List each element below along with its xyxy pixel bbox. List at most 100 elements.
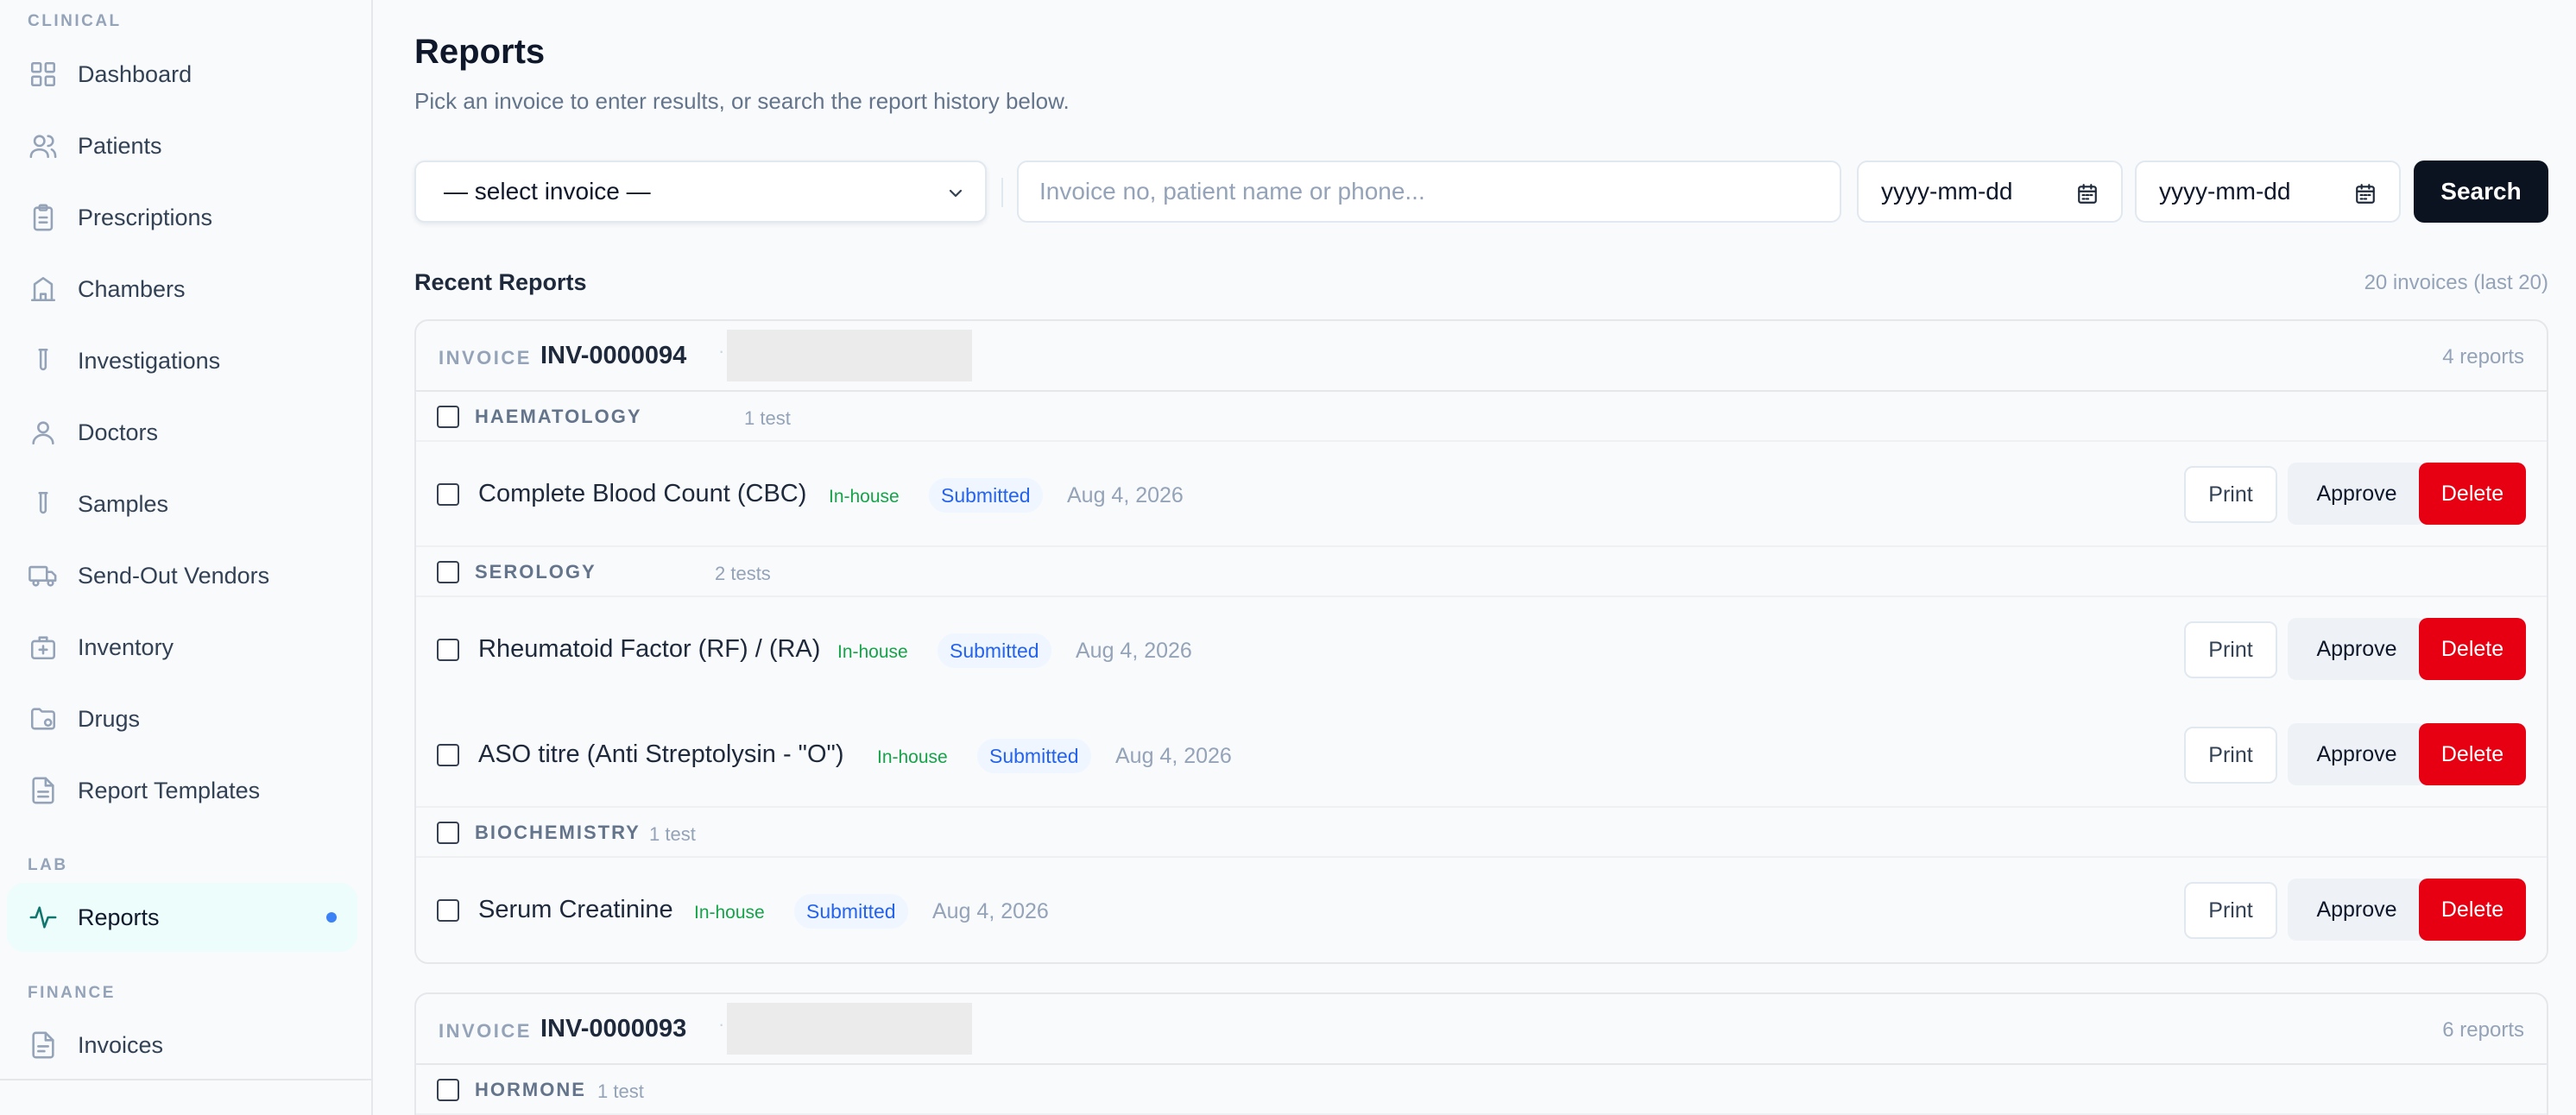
sidebar-item-inventory[interactable]: Inventory [7, 613, 357, 682]
sidebar-item-report-templates[interactable]: Report Templates [7, 756, 357, 825]
sidebar-item-label: Samples [78, 490, 169, 517]
date-to-value: yyyy-mm-dd [2159, 178, 2291, 205]
sidebar-item-label: Drugs [78, 705, 141, 732]
sidebar-item-invoices[interactable]: Invoices [7, 1011, 357, 1080]
test-name: Rheumatoid Factor (RF) / (RA) [478, 635, 821, 663]
status-badge: Submitted [929, 478, 1043, 513]
group-name: SEROLOGY [475, 561, 597, 583]
test-row: Rheumatoid Factor (RF) / (RA) In-house S… [416, 597, 2547, 702]
sidebar-item-samples[interactable]: Samples [7, 469, 357, 539]
approve-button[interactable]: Approve [2288, 723, 2426, 785]
source-badge: In-house [837, 642, 908, 662]
sidebar-item-label: Reports [78, 904, 160, 930]
invoice-card: INVOICE INV-0000093 · 6 reports HORMONE … [414, 992, 2548, 1115]
source-badge: In-house [694, 903, 765, 923]
group-checkbox[interactable] [437, 822, 459, 844]
print-button[interactable]: Print [2184, 882, 2277, 939]
status-badge: Submitted [977, 739, 1091, 773]
invoice-select[interactable]: — select invoice — [414, 161, 987, 223]
file-text-icon [28, 775, 59, 806]
group-name: BIOCHEMISTRY [475, 822, 641, 843]
sidebar-divider [0, 1079, 373, 1080]
users-icon [28, 130, 59, 161]
group-checkbox[interactable] [437, 1079, 459, 1101]
sidebar-item-investigations[interactable]: Investigations [7, 326, 357, 395]
sidebar-item-dashboard[interactable]: Dashboard [7, 40, 357, 109]
section-label-clinical: CLINICAL [28, 12, 122, 30]
sidebar-item-label: Doctors [78, 419, 159, 445]
sidebar-item-patients[interactable]: Patients [7, 111, 357, 180]
calendar-icon[interactable] [2076, 183, 2099, 205]
date-from-value: yyyy-mm-dd [1881, 178, 2013, 205]
date-from-input[interactable]: yyyy-mm-dd [1857, 161, 2123, 223]
test-name: ASO titre (Anti Streptolysin - "O") [478, 740, 844, 768]
group-checkbox[interactable] [437, 561, 459, 583]
sidebar-item-send-out-vendors[interactable]: Send-Out Vendors [7, 541, 357, 610]
building-icon [28, 274, 59, 305]
chevron-down-icon [949, 189, 963, 198]
sidebar-item-label: Chambers [78, 275, 186, 302]
invoice-number[interactable]: INV-0000094 [540, 342, 686, 370]
group-test-count: 1 test [744, 407, 791, 429]
group-row-biochemistry: BIOCHEMISTRY 1 test [416, 808, 2547, 858]
invoice-select-value: — select invoice — [444, 178, 651, 205]
group-name: HORMONE [475, 1079, 586, 1100]
status-badge: Submitted [794, 894, 908, 929]
test-tube-icon [28, 345, 59, 376]
file-icon [28, 1030, 59, 1061]
group-checkbox[interactable] [437, 406, 459, 428]
delete-button[interactable]: Delete [2419, 879, 2526, 941]
group-row-haematology: HAEMATOLOGY 1 test [416, 392, 2547, 442]
briefcase-medical-icon [28, 632, 59, 663]
delete-button[interactable]: Delete [2419, 618, 2526, 680]
group-row-hormone: HORMONE 1 test [416, 1065, 2547, 1115]
sidebar-item-label: Investigations [78, 347, 221, 374]
date-to-input[interactable]: yyyy-mm-dd [2135, 161, 2401, 223]
grid-icon [28, 59, 59, 90]
clipboard-icon [28, 202, 59, 233]
separator-dot: · [718, 1013, 725, 1035]
invoice-label: INVOICE [439, 347, 532, 369]
section-label-lab: LAB [28, 856, 68, 874]
print-button[interactable]: Print [2184, 727, 2277, 784]
approve-button[interactable]: Approve [2288, 618, 2426, 680]
delete-button[interactable]: Delete [2419, 463, 2526, 525]
print-button[interactable]: Print [2184, 466, 2277, 523]
sidebar-item-label: Inventory [78, 633, 174, 660]
invoice-card: INVOICE INV-0000094 · 4 reports HAEMATOL… [414, 319, 2548, 964]
sidebar-item-label: Dashboard [78, 60, 193, 87]
search-input[interactable] [1017, 161, 1841, 223]
sidebar-item-chambers[interactable]: Chambers [7, 255, 357, 324]
sidebar-item-doctors[interactable]: Doctors [7, 398, 357, 467]
status-badge: Submitted [938, 633, 1051, 668]
truck-icon [28, 560, 59, 591]
test-name: Serum Creatinine [478, 896, 673, 923]
sidebar-item-label: Report Templates [78, 777, 261, 803]
filter-divider [1001, 178, 1003, 207]
recent-reports-title: Recent Reports [414, 269, 587, 295]
test-checkbox[interactable] [437, 899, 459, 922]
test-checkbox[interactable] [437, 744, 459, 766]
folder-icon [28, 703, 59, 734]
sidebar-item-drugs[interactable]: Drugs [7, 684, 357, 753]
sidebar-item-reports[interactable]: Reports [7, 883, 357, 952]
sidebar-item-prescriptions[interactable]: Prescriptions [7, 183, 357, 252]
invoice-number[interactable]: INV-0000093 [540, 1015, 686, 1043]
search-button[interactable]: Search [2414, 161, 2548, 223]
test-checkbox[interactable] [437, 483, 459, 506]
reports-count: 6 reports [2442, 1018, 2524, 1042]
source-badge: In-house [829, 487, 900, 507]
separator-dot: · [718, 340, 725, 362]
approve-button[interactable]: Approve [2288, 463, 2426, 525]
test-checkbox[interactable] [437, 639, 459, 661]
approve-button[interactable]: Approve [2288, 879, 2426, 941]
calendar-icon[interactable] [2354, 183, 2377, 205]
invoice-header: INVOICE INV-0000093 · 6 reports [416, 994, 2547, 1065]
source-badge: In-house [877, 747, 948, 767]
print-button[interactable]: Print [2184, 621, 2277, 678]
invoice-header: INVOICE INV-0000094 · 4 reports [416, 321, 2547, 392]
group-test-count: 2 tests [715, 563, 771, 584]
delete-button[interactable]: Delete [2419, 723, 2526, 785]
page-subtitle: Pick an invoice to enter results, or sea… [414, 88, 1070, 114]
test-date: Aug 4, 2026 [932, 899, 1049, 923]
